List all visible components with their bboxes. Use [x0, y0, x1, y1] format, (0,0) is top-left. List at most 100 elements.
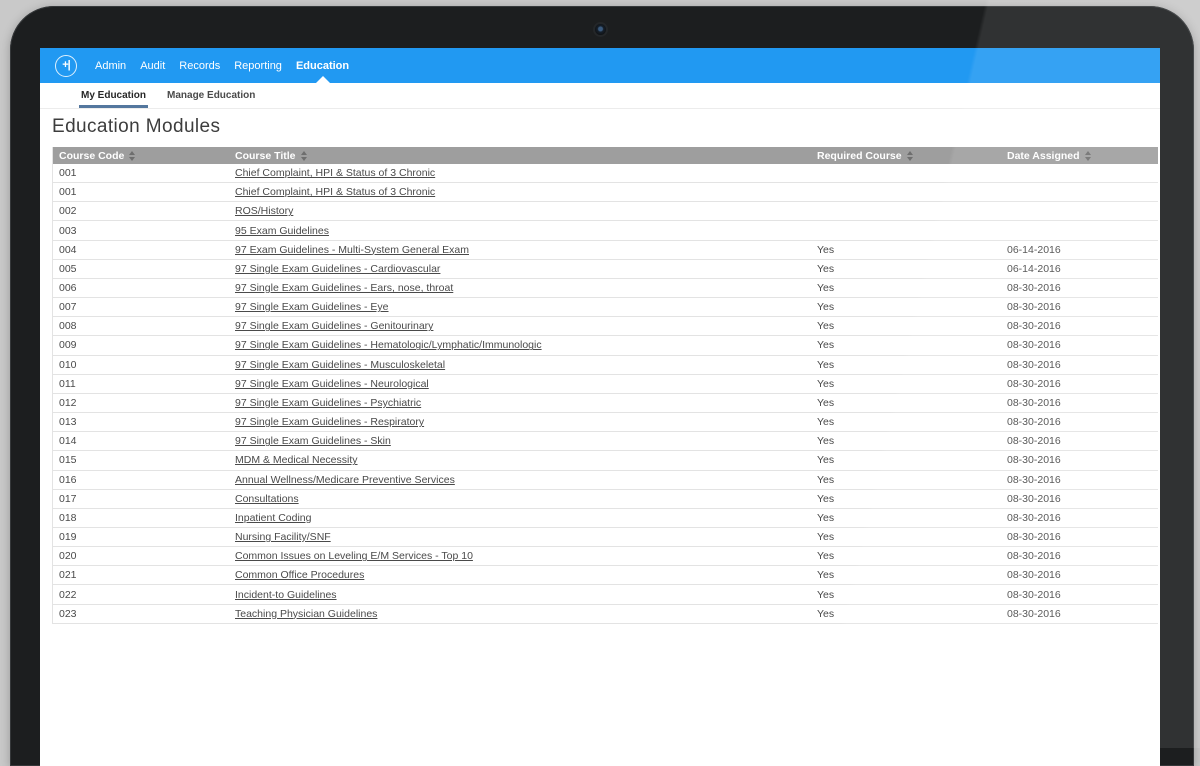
table-row: 01197 Single Exam Guidelines - Neurologi…: [53, 375, 1158, 394]
nav-item-education[interactable]: Education: [289, 48, 356, 83]
table-row: 015MDM & Medical NecessityYes08-30-2016: [53, 451, 1158, 470]
course-title-link[interactable]: Teaching Physician Guidelines: [235, 608, 377, 620]
required-course-cell: Yes: [811, 569, 1001, 581]
course-code-cell: 021: [53, 569, 229, 581]
column-header-course-title[interactable]: Course Title: [229, 150, 811, 162]
required-course-cell: Yes: [811, 339, 1001, 351]
required-course-cell: Yes: [811, 512, 1001, 524]
table-row: 00497 Exam Guidelines - Multi-System Gen…: [53, 241, 1158, 260]
table-row: 002ROS/History: [53, 202, 1158, 221]
course-title-link[interactable]: 97 Single Exam Guidelines - Ears, nose, …: [235, 282, 453, 294]
course-code-cell: 022: [53, 589, 229, 601]
course-title-cell: 97 Single Exam Guidelines - Ears, nose, …: [229, 282, 811, 294]
course-title-link[interactable]: 95 Exam Guidelines: [235, 225, 329, 237]
course-title-link[interactable]: 97 Exam Guidelines - Multi-System Genera…: [235, 244, 469, 256]
table-row: 013 97 Single Exam Guidelines - Respirato…: [53, 413, 1158, 432]
date-assigned-cell: 08-30-2016: [1001, 416, 1158, 428]
date-assigned-cell: 08-30-2016: [1001, 454, 1158, 466]
table-row: 021Common Office ProceduresYes08-30-2016: [53, 566, 1158, 585]
course-title-link[interactable]: 97 Single Exam Guidelines - Musculoskele…: [235, 359, 445, 371]
sort-icon[interactable]: [907, 151, 913, 161]
table-row: 012 97 Single Exam Guidelines - Psychiatr…: [53, 394, 1158, 413]
top-navbar: +| AdminAuditRecordsReportingEducation: [40, 48, 1160, 83]
date-assigned-cell: 08-30-2016: [1001, 608, 1158, 620]
required-course-cell: Yes: [811, 531, 1001, 543]
table-header-row: Course Code Course Title Required CourseDa…: [53, 147, 1158, 164]
tab-my-education[interactable]: My Education: [79, 83, 148, 108]
course-title-cell: Incident-to Guidelines: [229, 589, 811, 601]
course-title-link[interactable]: Inpatient Coding: [235, 512, 311, 524]
course-title-cell: Inpatient Coding: [229, 512, 811, 524]
course-title-link[interactable]: Annual Wellness/Medicare Preventive Serv…: [235, 474, 455, 486]
required-course-cell: Yes: [811, 359, 1001, 371]
nav-item-records[interactable]: Records: [172, 48, 227, 83]
course-title-link[interactable]: Chief Complaint, HPI & Status of 3 Chron…: [235, 167, 435, 179]
date-assigned-cell: 06-14-2016: [1001, 244, 1158, 256]
course-title-cell: 97 Single Exam Guidelines - Cardiovascul…: [229, 263, 811, 275]
course-code-cell: 018: [53, 512, 229, 524]
table-row: 008 97 Single Exam Guidelines - Genitouri…: [53, 317, 1158, 336]
course-title-link[interactable]: 97 Single Exam Guidelines - Respiratory: [235, 416, 424, 428]
date-assigned-cell: 08-30-2016: [1001, 359, 1158, 371]
column-header-date-assigned[interactable]: Date Assigned: [1001, 150, 1158, 162]
course-code-cell: 012: [53, 397, 229, 409]
course-title-link[interactable]: ROS/History: [235, 205, 293, 217]
nav-item-reporting[interactable]: Reporting: [227, 48, 289, 83]
date-assigned-cell: 08-30-2016: [1001, 493, 1158, 505]
page-title: Education Modules: [52, 116, 1160, 138]
education-modules-table: Course Code Course Title Required CourseDa…: [52, 147, 1158, 624]
date-assigned-cell: 08-30-2016: [1001, 512, 1158, 524]
course-code-cell: 009: [53, 339, 229, 351]
table-row: 00797 Single Exam Guidelines - EyeYes08-…: [53, 298, 1158, 317]
course-title-cell: 97 Single Exam Guidelines - Neurological: [229, 378, 811, 390]
date-assigned-cell: 08-30-2016: [1001, 531, 1158, 543]
required-course-cell: Yes: [811, 454, 1001, 466]
table-row: 001 Chief Complaint, HPI & Status of 3 Ch…: [53, 164, 1158, 183]
course-title-link[interactable]: Nursing Facility/SNF: [235, 531, 331, 543]
course-title-link[interactable]: 97 Single Exam Guidelines - Genitourinar…: [235, 320, 433, 332]
course-code-cell: 006: [53, 282, 229, 294]
date-assigned-cell: 08-30-2016: [1001, 397, 1158, 409]
course-title-link[interactable]: 97 Single Exam Guidelines - Cardiovascul…: [235, 263, 440, 275]
sort-icon[interactable]: [1085, 151, 1091, 161]
course-title-link[interactable]: Common Issues on Leveling E/M Services -…: [235, 550, 473, 562]
table-row: 00597 Single Exam Guidelines - Cardiovas…: [53, 260, 1158, 279]
column-header-label: Course Title: [235, 150, 296, 162]
required-course-cell: Yes: [811, 397, 1001, 409]
course-title-cell: 95 Exam Guidelines: [229, 225, 811, 237]
required-course-cell: Yes: [811, 416, 1001, 428]
nav-item-audit[interactable]: Audit: [133, 48, 172, 83]
table-row: 001Chief Complaint, HPI & Status of 3 Ch…: [53, 183, 1158, 202]
date-assigned-cell: 08-30-2016: [1001, 435, 1158, 447]
course-title-link[interactable]: 97 Single Exam Guidelines - Hematologic/…: [235, 339, 542, 351]
tab-manage-education[interactable]: Manage Education: [165, 83, 257, 108]
required-course-cell: Yes: [811, 435, 1001, 447]
course-title-link[interactable]: Common Office Procedures: [235, 569, 364, 581]
course-title-cell: 97 Exam Guidelines - Multi-System Genera…: [229, 244, 811, 256]
app-logo-icon[interactable]: +|: [55, 55, 77, 77]
course-title-link[interactable]: Consultations: [235, 493, 299, 505]
course-title-link[interactable]: 97 Single Exam Guidelines - Psychiatric: [235, 397, 421, 409]
course-code-cell: 003: [53, 225, 229, 237]
sort-icon[interactable]: [129, 151, 135, 161]
required-course-cell: Yes: [811, 589, 1001, 601]
course-code-cell: 016: [53, 474, 229, 486]
date-assigned-cell: 08-30-2016: [1001, 320, 1158, 332]
course-title-link[interactable]: 97 Single Exam Guidelines - Skin: [235, 435, 391, 447]
column-header-course-code[interactable]: Course Code: [53, 150, 229, 162]
course-title-link[interactable]: 97 Single Exam Guidelines - Neurological: [235, 378, 429, 390]
course-code-cell: 008: [53, 320, 229, 332]
table-row: 01497 Single Exam Guidelines - SkinYes08…: [53, 432, 1158, 451]
sort-icon[interactable]: [301, 151, 307, 161]
course-title-link[interactable]: Chief Complaint, HPI & Status of 3 Chron…: [235, 186, 435, 198]
required-course-cell: Yes: [811, 608, 1001, 620]
nav-item-admin[interactable]: Admin: [88, 48, 133, 83]
course-code-cell: 001: [53, 167, 229, 179]
table-row: 018 Inpatient Coding Yes08-30-2016: [53, 509, 1158, 528]
course-title-link[interactable]: Incident-to Guidelines: [235, 589, 337, 601]
course-code-cell: 013: [53, 416, 229, 428]
course-title-link[interactable]: MDM & Medical Necessity: [235, 454, 358, 466]
column-header-required-course[interactable]: Required Course: [811, 150, 1001, 162]
course-title-cell: Nursing Facility/SNF: [229, 531, 811, 543]
course-title-link[interactable]: 97 Single Exam Guidelines - Eye: [235, 301, 389, 313]
